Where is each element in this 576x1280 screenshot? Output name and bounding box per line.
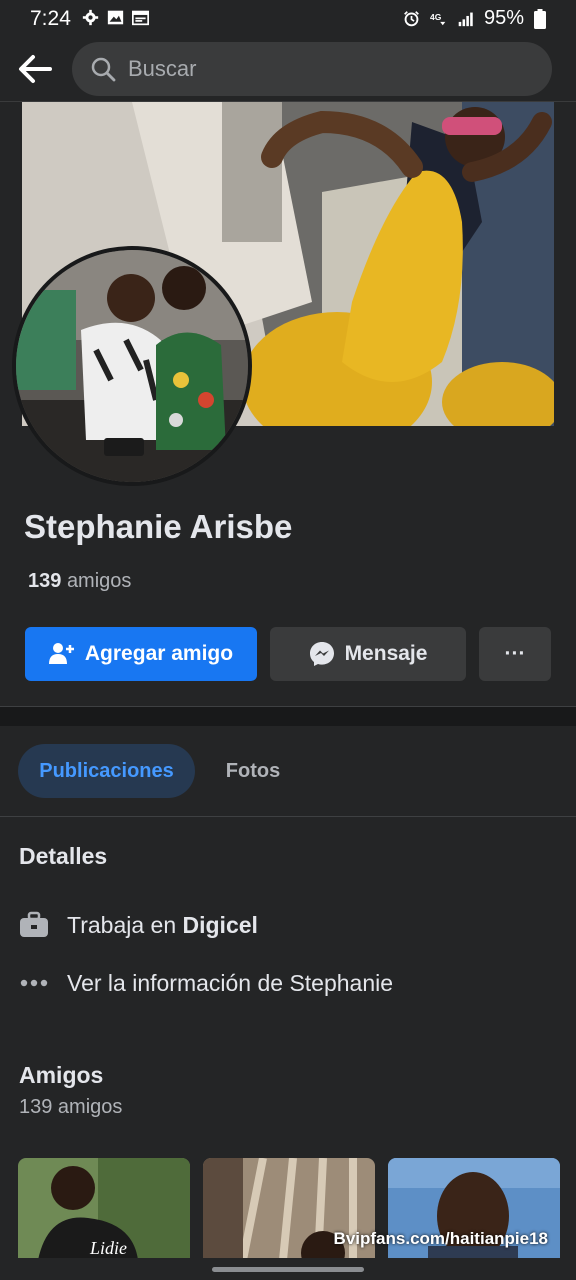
friend-thumbnail[interactable]: Lidie (18, 1158, 190, 1260)
gallery-icon (107, 10, 124, 25)
more-dots-icon (20, 979, 48, 987)
calendar-icon (132, 10, 149, 26)
add-friend-button[interactable]: Agregar amigo (25, 627, 257, 681)
see-info-label: Ver la información de Stephanie (67, 969, 394, 996)
friends-word: amigos (66, 570, 132, 592)
status-time: 7:24 (30, 7, 71, 30)
search-placeholder: Buscar (128, 56, 197, 81)
search-input[interactable]: Buscar (72, 42, 552, 96)
details-title: Detalles (19, 843, 108, 869)
status-system-icons: 4G 95% (403, 7, 546, 30)
top-bar: Buscar (0, 36, 576, 102)
message-button[interactable]: Mensaje (270, 627, 466, 681)
detail-work: Trabaja en Digicel (19, 910, 258, 940)
friends-count-line: 139 amigos (28, 570, 131, 593)
tab-publicaciones[interactable]: Publicaciones (18, 744, 195, 798)
message-label: Mensaje (344, 642, 428, 665)
friends-title: Amigos (19, 1062, 104, 1088)
status-bar: 7:24 4G 95% (0, 0, 576, 36)
see-info-row[interactable]: Ver la información de Stephanie (19, 968, 393, 998)
tabs-divider (0, 816, 576, 817)
more-options-button[interactable]: ··· (479, 627, 551, 681)
alarm-icon (404, 11, 419, 27)
svg-text:4G: 4G (430, 12, 442, 22)
watermark-text: Bvipfans.com/haitianpie18 (333, 1229, 548, 1248)
section-divider (0, 706, 576, 726)
signal-icon (458, 12, 473, 27)
back-button[interactable] (12, 46, 58, 92)
profile-name: Stephanie Arisbe (24, 508, 293, 545)
friends-subtitle: 139 amigos (19, 1096, 123, 1118)
work-prefix: Trabaja en (67, 911, 177, 938)
friends-count: 139 (28, 570, 62, 592)
tab-fotos[interactable]: Fotos (206, 744, 300, 798)
home-indicator[interactable] (212, 1267, 364, 1272)
friend-photo: Lidie (18, 1158, 190, 1260)
profile-picture[interactable] (12, 246, 252, 486)
briefcase-icon (20, 911, 48, 937)
network-4g-icon: 4G (430, 12, 446, 26)
search-icon (91, 57, 116, 82)
battery-icon (534, 8, 546, 29)
gear-icon (82, 9, 99, 26)
work-place: Digicel (182, 911, 258, 938)
profile-picture-image (16, 250, 248, 482)
add-person-icon (48, 643, 74, 664)
add-friend-label: Agregar amigo (84, 642, 234, 665)
svg-text:Lidie: Lidie (89, 1238, 127, 1258)
battery-percent: 95% (483, 7, 524, 29)
arrow-left-icon (19, 55, 52, 83)
more-options-icon: ··· (504, 642, 526, 665)
messenger-icon (309, 642, 334, 666)
status-notification-icons (82, 9, 149, 26)
